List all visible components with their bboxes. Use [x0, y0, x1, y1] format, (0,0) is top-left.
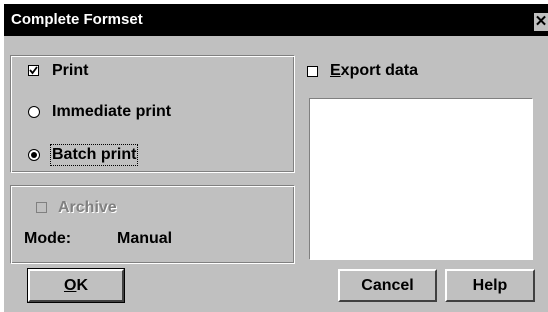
ok-button[interactable]: OK [27, 268, 125, 303]
archive-label: Archive [58, 199, 117, 216]
close-button[interactable]: ✕ [534, 13, 548, 31]
title-bar[interactable]: Complete Formset ✕ [4, 4, 548, 36]
immediate-print-radio[interactable] [28, 106, 40, 118]
help-button[interactable]: Help [445, 269, 535, 302]
archive-group [10, 185, 295, 264]
checkmark-icon [29, 66, 38, 75]
dialog-title: Complete Formset [11, 11, 143, 28]
export-data-label[interactable]: Export data [330, 62, 418, 80]
archive-checkbox[interactable] [36, 202, 47, 213]
mode-value: Manual [117, 230, 173, 247]
ok-mnemonic: O [63, 277, 77, 294]
mode-label: Mode: [24, 230, 72, 247]
cancel-button[interactable]: Cancel [338, 269, 437, 302]
batch-print-label[interactable]: Batch print [49, 144, 139, 166]
export-mnemonic: E [330, 62, 341, 79]
complete-formset-dialog: Complete Formset ✕ Print Immediate print… [4, 4, 548, 312]
print-checkbox[interactable] [28, 65, 39, 76]
immediate-print-label[interactable]: Immediate print [52, 103, 171, 121]
batch-print-radio[interactable] [28, 149, 40, 161]
close-icon: ✕ [534, 13, 548, 30]
export-listbox[interactable] [309, 98, 533, 260]
ok-label-rest: K [76, 277, 88, 294]
export-data-checkbox[interactable] [307, 66, 318, 77]
print-label[interactable]: Print [52, 62, 88, 80]
export-label-rest: xport data [340, 62, 419, 79]
